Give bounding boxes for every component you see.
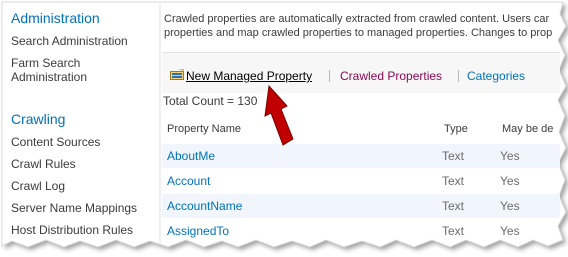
may-be-deleted-value: Yes [500,224,520,238]
column-header-type[interactable]: Type [444,123,468,135]
total-count: Total Count = 130 [163,94,258,108]
property-name-link[interactable]: Account [167,174,210,188]
description-line-1: Crawled properties are automatically ext… [164,13,550,25]
column-header-property-name[interactable]: Property Name [167,123,241,135]
may-be-deleted-value: Yes [500,199,520,213]
description-line-2: properties and map crawled properties to… [164,27,553,39]
left-navigation: Administration Search Administration Far… [4,4,159,244]
property-name-link[interactable]: AccountName [167,199,242,213]
nav-heading-administration[interactable]: Administration [11,10,100,26]
property-type: Text [442,149,465,163]
may-be-deleted-value: Yes [500,149,520,163]
table-row: Account Text Yes [162,169,560,193]
red-arrow-icon [264,84,294,146]
nav-item-crawl-log[interactable]: Crawl Log [11,179,65,193]
property-name-link[interactable]: AboutMe [167,149,215,163]
table-row: AboutMe Text Yes [162,144,560,168]
table-header: Property Name Type May be de [162,116,560,142]
nav-heading-crawling[interactable]: Crawling [11,111,65,127]
nav-item-crawl-rules[interactable]: Crawl Rules [11,157,76,171]
screenshot-canvas: Administration Search Administration Far… [0,0,568,257]
toolbar-separator [458,70,459,82]
table-row: AccountName Text Yes [162,194,560,218]
categories-link[interactable]: Categories [467,69,525,83]
nav-item-search-administration[interactable]: Search Administration [11,34,128,48]
crawled-properties-link[interactable]: Crawled Properties [340,69,442,83]
nav-item-farm-search-administration[interactable]: Farm Search Administration [11,56,151,84]
main-content: Crawled properties are automatically ext… [160,4,560,244]
property-type: Text [442,199,465,213]
property-type: Text [442,174,465,188]
nav-item-host-distribution-rules[interactable]: Host Distribution Rules [11,223,133,237]
nav-item-server-name-mappings[interactable]: Server Name Mappings [11,201,137,215]
property-name-link[interactable]: AssignedTo [167,224,229,238]
toolbar-separator [329,70,330,82]
table-row: AssignedTo Text Yes [162,219,560,243]
new-managed-property-icon[interactable] [170,69,184,81]
may-be-deleted-value: Yes [500,174,520,188]
toolbar: New Managed Property Crawled Properties … [162,52,560,93]
property-type: Text [442,224,465,238]
column-header-may-be-deleted[interactable]: May be de [502,123,553,135]
page-description: Crawled properties are automatically ext… [164,12,560,40]
nav-item-content-sources[interactable]: Content Sources [11,135,100,149]
